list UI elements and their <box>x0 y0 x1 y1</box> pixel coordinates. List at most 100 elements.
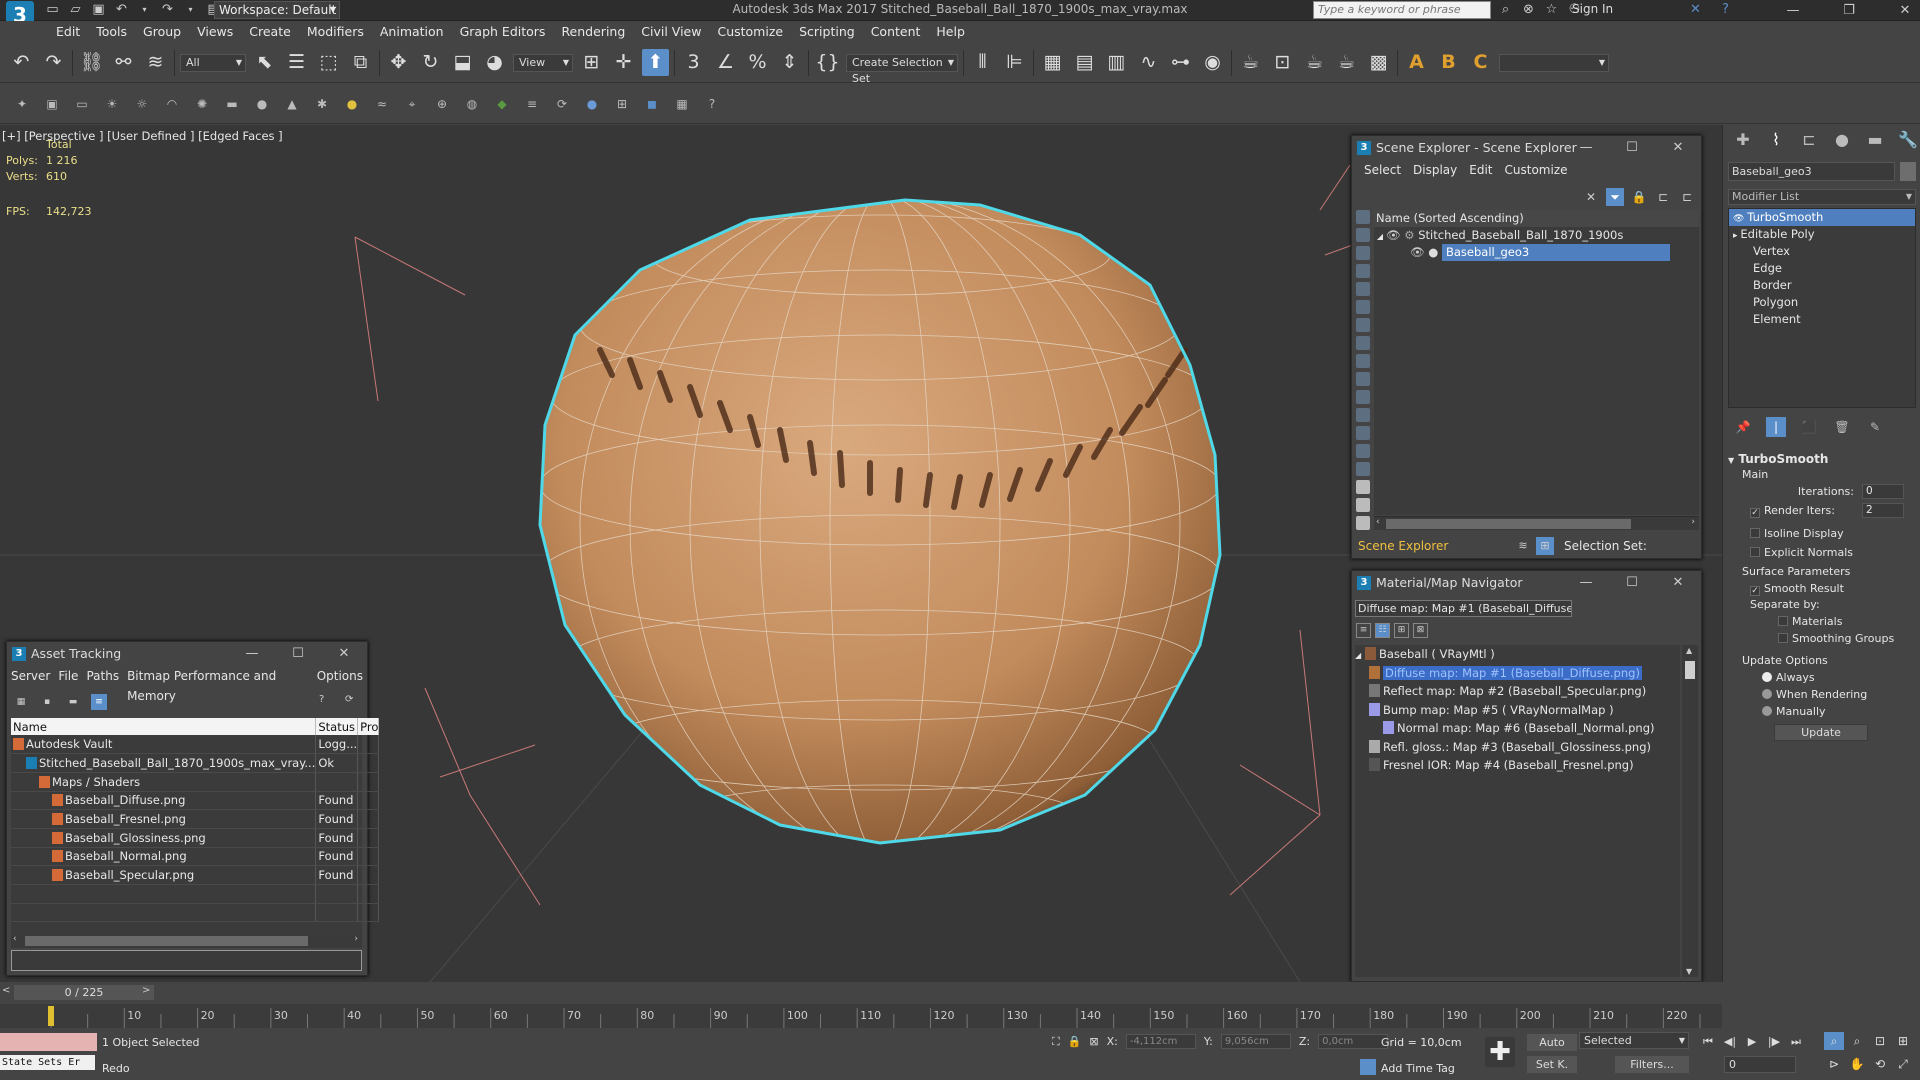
at-menu-options[interactable]: Options <box>313 666 367 686</box>
render-setup-icon[interactable]: ☕ <box>1237 49 1264 76</box>
manipulate-icon[interactable]: ✛ <box>610 49 637 76</box>
display-xrefs-icon[interactable] <box>1356 336 1370 350</box>
set-key-button[interactable]: Set K. <box>1527 1056 1577 1073</box>
previous-frame-icon[interactable]: < <box>2 985 10 996</box>
help-icon[interactable]: ? <box>1722 2 1729 18</box>
table-row[interactable]: Autodesk Vault Logg... <box>11 735 380 755</box>
modifier-stack-item[interactable]: Edge <box>1729 260 1915 277</box>
pan-icon[interactable]: ✋ <box>1847 1055 1867 1073</box>
menu-item-rendering[interactable]: Rendering <box>553 24 633 40</box>
vray-proxy-icon[interactable]: ▭ <box>74 96 90 112</box>
toggle-ribbon-icon[interactable]: ▥ <box>1103 49 1130 76</box>
modifier-list-dropdown[interactable]: Modifier List ▼ <box>1728 189 1916 205</box>
baseball-mesh[interactable] <box>540 200 1220 843</box>
absolute-mode-icon[interactable]: ⊠ <box>1089 1035 1098 1048</box>
vray-sun-icon[interactable]: ☼ <box>134 96 150 112</box>
minimize-icon[interactable]: — <box>1563 136 1609 160</box>
pin-stack-icon[interactable]: 📌 <box>1733 417 1753 437</box>
material-map-item[interactable]: Normal map: Map #6 (Baseball_Normal.png) <box>1355 719 1680 738</box>
menu-item-group[interactable]: Group <box>135 24 189 40</box>
display-none-icon[interactable] <box>1356 444 1370 458</box>
open-file-icon[interactable]: ▱ <box>67 2 84 18</box>
isolate-selection-icon[interactable]: ⛶ <box>1052 1035 1060 1049</box>
render-cloud-icon[interactable]: ▩ <box>1365 49 1392 76</box>
vray-dome-icon[interactable]: ◠ <box>164 96 180 112</box>
redo-icon[interactable]: ↷ <box>40 49 67 76</box>
at-menu-bitmap-performance-and-memory[interactable]: Bitmap Performance and Memory <box>123 666 313 703</box>
vray-scene-icon[interactable]: ◼ <box>644 96 660 112</box>
zoom-icon[interactable]: ⌕ <box>1824 1032 1844 1050</box>
vray-camera-icon[interactable]: ⌖ <box>404 96 420 112</box>
column-header-name[interactable]: Name <box>11 718 317 735</box>
scroll-thumb[interactable] <box>1386 519 1631 529</box>
smooth-result-checkbox[interactable]: ✓ <box>1750 586 1760 596</box>
key-filters-button[interactable]: Filters... <box>1615 1056 1689 1073</box>
display-cameras-icon[interactable] <box>1356 264 1370 278</box>
view-list-icon[interactable]: ≡ <box>1356 623 1371 638</box>
field-of-view-icon[interactable]: ⊳ <box>1824 1055 1844 1073</box>
menu-item-create[interactable]: Create <box>241 24 299 40</box>
menu-item-edit[interactable]: Edit <box>48 24 88 40</box>
view-small-icon[interactable]: ▬ <box>65 694 81 710</box>
modifier-stack-item[interactable]: 👁 TurboSmooth <box>1729 209 1915 226</box>
next-frame-icon[interactable]: > <box>142 985 150 996</box>
select-object-icon[interactable]: ⬉ <box>251 49 278 76</box>
dropdown-icon[interactable]: ▾ <box>136 2 153 18</box>
se-menu-edit[interactable]: Edit <box>1463 160 1498 180</box>
menu-item-animation[interactable]: Animation <box>372 24 452 40</box>
star-icon[interactable]: ☆ <box>1543 2 1560 18</box>
restore-icon[interactable]: ❐ <box>1821 0 1877 21</box>
refresh-icon[interactable]: ⟳ <box>345 694 357 705</box>
scene-explorer-toggle-icon[interactable]: ▦ <box>1039 49 1066 76</box>
display-groups-icon[interactable] <box>1356 318 1370 332</box>
update-button[interactable]: Update <box>1774 724 1868 741</box>
x-coordinate-field[interactable]: -4,112cm <box>1125 1034 1196 1049</box>
vertical-scrollbar[interactable]: ▲ ▼ <box>1682 645 1698 977</box>
current-time-marker[interactable] <box>48 1006 54 1026</box>
render-iters-spinner[interactable]: 2 <box>1862 503 1904 518</box>
y-coordinate-field[interactable]: 9,056cm <box>1220 1034 1291 1049</box>
vray-sphere-yellow-icon[interactable]: ● <box>344 96 360 112</box>
material-map-item[interactable]: Diffuse map: Map #1 (Baseball_Diffuse.pn… <box>1355 664 1680 683</box>
display-containers-icon[interactable] <box>1356 372 1370 386</box>
save-file-icon[interactable]: ▣ <box>90 2 107 18</box>
explicit-normals-checkbox[interactable] <box>1750 547 1760 557</box>
view-large-icons-icon[interactable]: ⊠ <box>1413 623 1428 638</box>
display-lights-icon[interactable] <box>1356 246 1370 260</box>
menu-item-modifiers[interactable]: Modifiers <box>299 24 372 40</box>
material-editor-icon[interactable]: ◉ <box>1199 49 1226 76</box>
menu-item-scripting[interactable]: Scripting <box>791 24 863 40</box>
rotate-icon[interactable]: ↻ <box>417 49 444 76</box>
vray-physcam-icon[interactable]: ⊕ <box>434 96 450 112</box>
hierarchy-tab-icon[interactable]: ⊏ <box>1797 129 1821 151</box>
hierarchy-view-icon[interactable]: ⊞ <box>1536 537 1554 555</box>
hierarchy-icon[interactable]: ⊏ <box>1654 188 1672 206</box>
display-invert-icon[interactable] <box>1356 462 1370 476</box>
view-table-icon[interactable]: ▦ <box>13 694 29 710</box>
vray-a-icon[interactable]: A <box>1403 49 1430 76</box>
maximize-icon[interactable]: ☐ <box>1609 571 1655 595</box>
create-tab-icon[interactable]: ✚ <box>1731 129 1755 151</box>
modifier-stack-item[interactable]: Vertex <box>1729 243 1915 260</box>
exchange-apps-icon[interactable]: ✕ <box>1690 2 1701 18</box>
clear-search-icon[interactable]: ✕ <box>1582 188 1600 206</box>
display-geometry-icon[interactable] <box>1356 210 1370 224</box>
named-selection-sets-icon[interactable]: {} <box>814 49 841 76</box>
percent-snap-icon[interactable]: % <box>744 49 771 76</box>
scroll-right-icon[interactable]: › <box>354 934 358 944</box>
material-navigator-titlebar[interactable]: 3 Material/Map Navigator — ☐ ✕ <box>1352 571 1701 595</box>
material-root[interactable]: ◢ Baseball ( VRayMtl ) <box>1355 645 1680 664</box>
modify-tab-icon[interactable]: ⌇ <box>1764 129 1788 151</box>
vray-convert-icon[interactable]: ⟳ <box>554 96 570 112</box>
sign-in-button[interactable]: Sign In <box>1572 2 1613 16</box>
display-dependencies-icon[interactable] <box>1356 516 1370 530</box>
link-icon[interactable]: ⛓ <box>78 49 105 76</box>
horizontal-scrollbar[interactable]: ‹ › <box>1374 516 1699 530</box>
scroll-down-icon[interactable]: ▼ <box>1686 967 1692 976</box>
menu-item-views[interactable]: Views <box>189 24 241 40</box>
view-list-icons-icon[interactable]: ☷ <box>1375 623 1390 638</box>
display-hidden-icon[interactable] <box>1356 408 1370 422</box>
se-menu-select[interactable]: Select <box>1358 160 1407 180</box>
eye-icon[interactable]: 👁 <box>1733 214 1747 224</box>
table-row[interactable]: Baseball_Specular.png Found <box>11 865 380 885</box>
